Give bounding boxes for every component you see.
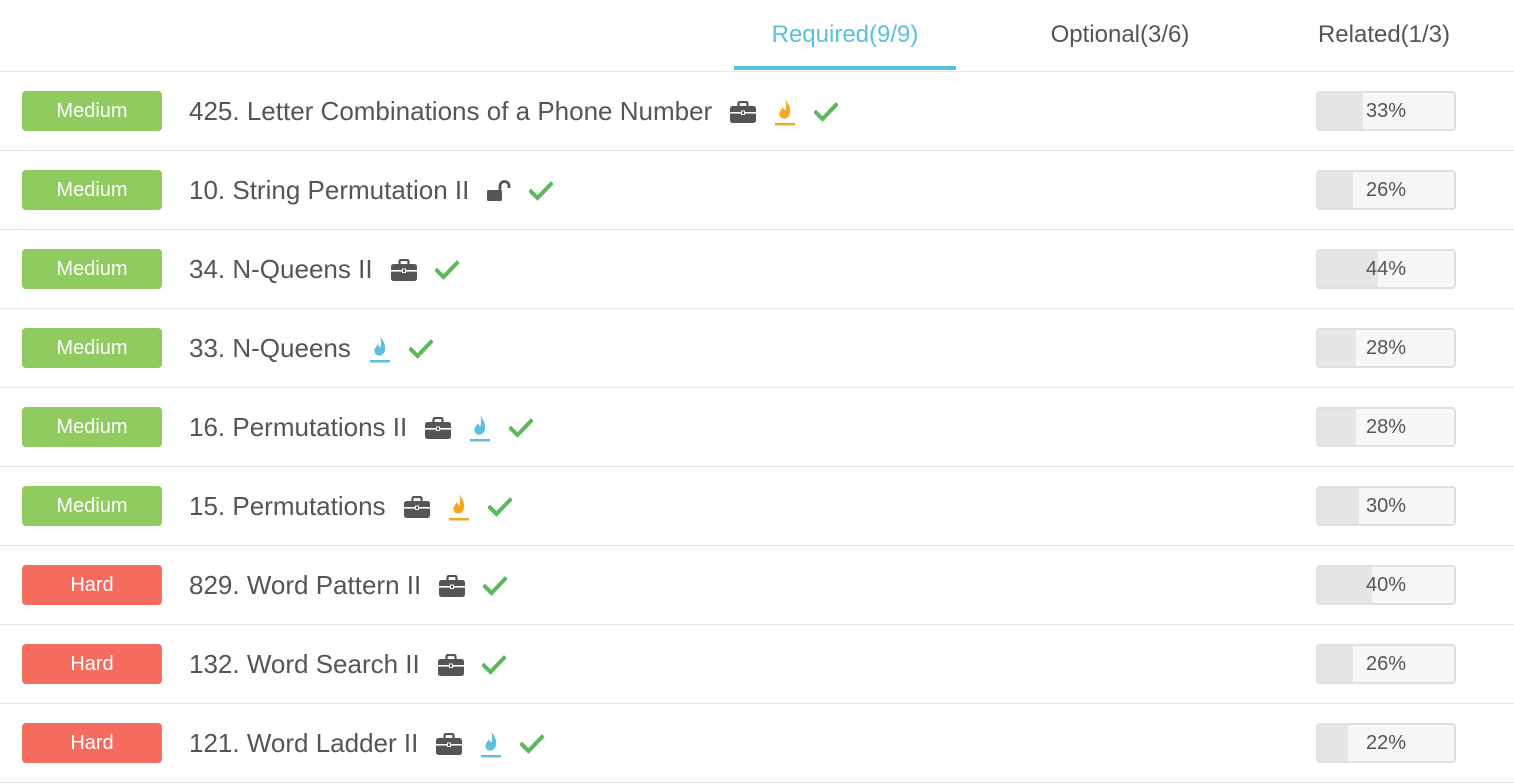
acceptance-rate-text: 22% — [1365, 731, 1407, 754]
acceptance-rate-bar: 28% — [1316, 328, 1456, 368]
problem-title-link[interactable]: 16. Permutations II — [189, 412, 407, 443]
acceptance-rate-text: 26% — [1365, 652, 1407, 675]
acceptance-rate-bar: 26% — [1316, 644, 1456, 684]
problem-title-link[interactable]: 829. Word Pattern II — [189, 570, 421, 601]
acceptance-rate-bar: 28% — [1316, 407, 1456, 447]
problem-list: Medium 425. Letter Combinations of a Phon… — [0, 72, 1514, 783]
problem-title-line: 132. Word Search II — [189, 625, 506, 704]
tab-required[interactable]: Required(9/9) — [734, 0, 956, 70]
check-icon — [408, 338, 433, 359]
problem-row[interactable]: Hard 132. Word Search II 26% — [0, 625, 1514, 704]
difficulty-badge: Medium — [22, 486, 162, 526]
acceptance-rate-bar: 22% — [1316, 723, 1456, 763]
problem-title-link[interactable]: 33. N-Queens — [189, 333, 351, 364]
check-icon — [509, 417, 534, 438]
check-icon — [434, 259, 459, 280]
acceptance-rate-text: 33% — [1365, 99, 1407, 122]
check-icon — [814, 101, 839, 122]
problem-row[interactable]: Medium 34. N-Queens II 44% — [0, 230, 1514, 309]
problem-title-line: 33. N-Queens — [189, 309, 433, 388]
difficulty-badge: Medium — [22, 249, 162, 289]
problem-title-link[interactable]: 15. Permutations — [189, 491, 386, 522]
flame-orange-icon — [448, 493, 470, 521]
problem-title-line: 425. Letter Combinations of a Phone Numb… — [189, 72, 839, 151]
flame-orange-icon — [774, 98, 796, 126]
acceptance-rate-text: 28% — [1365, 415, 1407, 438]
problem-title-link[interactable]: 132. Word Search II — [189, 649, 420, 680]
problem-row[interactable]: Medium 33. N-Queens 28% — [0, 309, 1514, 388]
acceptance-rate-bar: 40% — [1316, 565, 1456, 605]
problem-row[interactable]: Hard 829. Word Pattern II 40% — [0, 546, 1514, 625]
difficulty-badge: Medium — [22, 170, 162, 210]
briefcase-icon — [403, 495, 430, 518]
check-icon — [529, 180, 554, 201]
problem-row[interactable]: Medium 10. String Permutation II 26% — [0, 151, 1514, 230]
flame-blue-icon — [369, 335, 391, 363]
check-icon — [520, 733, 545, 754]
acceptance-rate-text: 26% — [1365, 178, 1407, 201]
briefcase-icon — [730, 100, 757, 123]
problem-title-link[interactable]: 121. Word Ladder II — [189, 728, 418, 759]
problem-row[interactable]: Medium 16. Permutations II 28% — [0, 388, 1514, 467]
problem-title-line: 10. String Permutation II — [189, 151, 554, 230]
briefcase-icon — [436, 732, 463, 755]
problem-title-link[interactable]: 10. String Permutation II — [189, 175, 469, 206]
flame-blue-icon — [469, 414, 491, 442]
unlock-icon — [487, 179, 511, 202]
problem-title-line: 16. Permutations II — [189, 388, 534, 467]
difficulty-badge: Medium — [22, 91, 162, 131]
problem-title-link[interactable]: 425. Letter Combinations of a Phone Numb… — [189, 96, 712, 127]
difficulty-badge: Hard — [22, 723, 162, 763]
problem-title-line: 829. Word Pattern II — [189, 546, 508, 625]
acceptance-rate-bar: 44% — [1316, 249, 1456, 289]
acceptance-rate-text: 30% — [1365, 494, 1407, 517]
acceptance-rate-text: 40% — [1365, 573, 1407, 596]
problem-row[interactable]: Medium 15. Permutations 30% — [0, 467, 1514, 546]
acceptance-rate-bar: 33% — [1316, 91, 1456, 131]
briefcase-icon — [425, 416, 452, 439]
tab-related[interactable]: Related(1/3) — [1280, 0, 1488, 70]
problem-title-line: 15. Permutations — [189, 467, 512, 546]
flame-blue-icon — [480, 730, 502, 758]
acceptance-rate-text: 44% — [1365, 257, 1407, 280]
problem-title-line: 34. N-Queens II — [189, 230, 459, 309]
acceptance-rate-text: 28% — [1365, 336, 1407, 359]
check-icon — [483, 575, 508, 596]
tab-bar: Required(9/9) Optional(3/6) Related(1/3) — [0, 0, 1514, 72]
problem-row[interactable]: Medium 425. Letter Combinations of a Phon… — [0, 72, 1514, 151]
briefcase-icon — [437, 653, 464, 676]
check-icon — [481, 654, 506, 675]
tab-optional[interactable]: Optional(3/6) — [1008, 0, 1232, 70]
check-icon — [487, 496, 512, 517]
problem-row[interactable]: Hard 121. Word Ladder II 22% — [0, 704, 1514, 783]
difficulty-badge: Hard — [22, 644, 162, 684]
difficulty-badge: Hard — [22, 565, 162, 605]
difficulty-badge: Medium — [22, 328, 162, 368]
problem-title-line: 121. Word Ladder II — [189, 704, 545, 783]
difficulty-badge: Medium — [22, 407, 162, 447]
briefcase-icon — [390, 258, 417, 281]
acceptance-rate-bar: 26% — [1316, 170, 1456, 210]
problem-title-link[interactable]: 34. N-Queens II — [189, 254, 373, 285]
acceptance-rate-bar: 30% — [1316, 486, 1456, 526]
briefcase-icon — [439, 574, 466, 597]
